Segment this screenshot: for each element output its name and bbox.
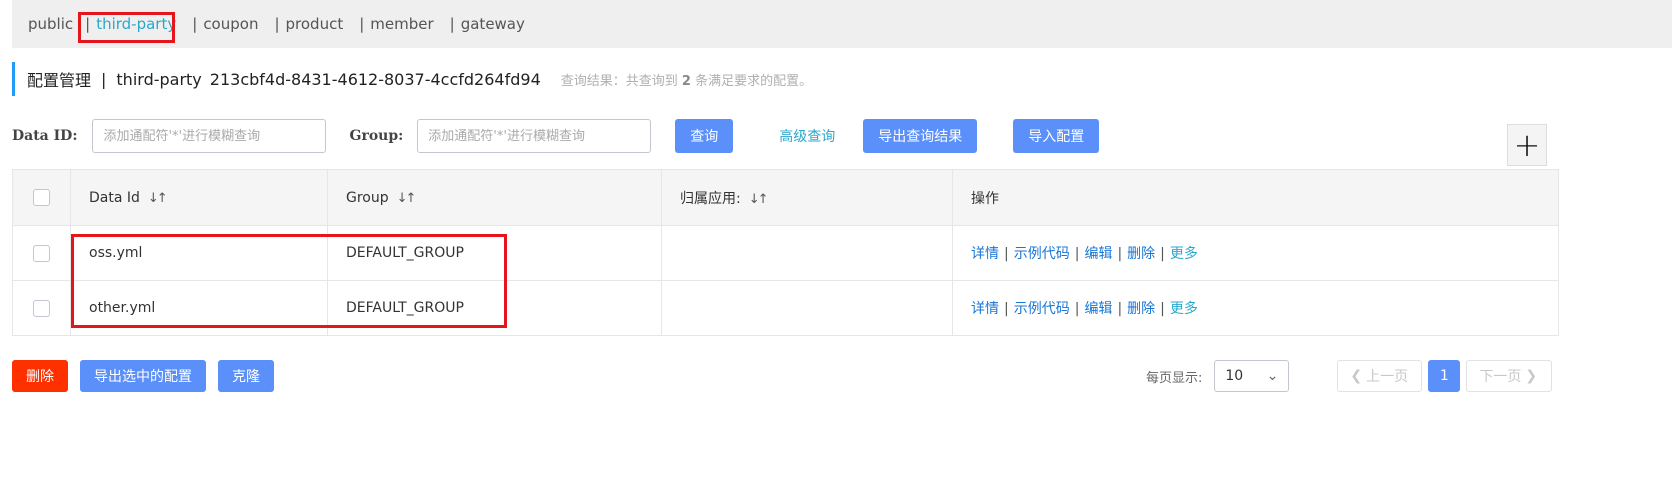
sample-code-link[interactable]: 示例代码 — [1014, 301, 1070, 317]
delete-link[interactable]: 删除 — [1127, 301, 1155, 317]
import-config-button[interactable]: 导入配置 — [1013, 119, 1100, 153]
chevron-right-icon: ❯ — [1525, 368, 1538, 384]
edit-link[interactable]: 编辑 — [1084, 301, 1112, 317]
table-row: oss.yml DEFAULT_GROUP 详情 | 示例代码 | 编辑 | 删除 | 更多 — [12, 225, 1559, 281]
page-number-current[interactable]: 1 — [1428, 360, 1461, 392]
namespace-coupon[interactable]: | coupon — [192, 15, 258, 33]
delete-link[interactable]: 删除 — [1127, 246, 1155, 262]
detail-link[interactable]: 详情 — [971, 301, 999, 317]
more-link[interactable]: 更多 — [1170, 301, 1198, 317]
page-size-select[interactable]: 10 ⌄ — [1214, 360, 1290, 392]
cell-app — [661, 225, 953, 281]
group-label: Group: — [349, 128, 404, 144]
namespace-gateway[interactable]: | gateway — [450, 15, 525, 33]
namespace-public[interactable]: public — [28, 15, 73, 33]
advanced-query-link[interactable]: 高级查询 — [779, 126, 835, 146]
plus-icon[interactable]: + — [1507, 124, 1547, 166]
bulk-actions: 删除 导出选中的配置 克隆 — [12, 360, 286, 392]
col-header-group[interactable]: Group ↓↑ — [327, 169, 662, 226]
more-link[interactable]: 更多 — [1170, 246, 1198, 262]
cell-data-id: oss.yml — [70, 225, 328, 281]
cell-group: DEFAULT_GROUP — [327, 280, 662, 336]
sample-code-link[interactable]: 示例代码 — [1014, 246, 1070, 262]
chevron-down-icon: ⌄ — [1266, 368, 1279, 384]
config-table: Data Id ↓↑ Group ↓↑ 归属应用: ↓↑ 操作 oss.yml DEF… — [12, 169, 1559, 336]
edit-link[interactable]: 编辑 — [1084, 246, 1112, 262]
chevron-left-icon: ❮ — [1350, 368, 1363, 384]
detail-link[interactable]: 详情 — [971, 246, 999, 262]
pagination: 每页显示: 10 ⌄ ❮ 上一页 1 下一页 ❯ — [1146, 360, 1553, 392]
page-size-label: 每页显示: — [1146, 370, 1203, 386]
page-title: 配置管理 | third-party 213cbf4d-8431-4612-80… — [12, 62, 812, 96]
sort-icon[interactable]: ↓↑ — [749, 192, 769, 207]
cell-ops: 详情 | 示例代码 | 编辑 | 删除 | 更多 — [952, 280, 1559, 336]
next-page-button[interactable]: 下一页 ❯ — [1466, 360, 1553, 392]
col-header-ops: 操作 — [952, 169, 1559, 226]
cell-app — [661, 280, 953, 336]
export-selected-button[interactable]: 导出选中的配置 — [80, 360, 206, 392]
data-id-label: Data ID: — [12, 128, 78, 144]
table-row: other.yml DEFAULT_GROUP 详情 | 示例代码 | 编辑 | 删除 | 更多 — [12, 280, 1559, 336]
col-header-app[interactable]: 归属应用: ↓↑ — [661, 169, 953, 226]
cell-data-id: other.yml — [70, 280, 328, 336]
namespace-third-party[interactable]: | third-party — [85, 15, 176, 33]
search-bar: Data ID: Group: 查询 高级查询 导出查询结果 导入配置 — [12, 119, 1100, 153]
sort-icon[interactable]: ↓↑ — [397, 191, 417, 206]
data-id-input[interactable] — [92, 119, 327, 153]
sort-icon[interactable]: ↓↑ — [148, 191, 168, 206]
clone-button[interactable]: 克隆 — [218, 360, 274, 392]
export-results-button[interactable]: 导出查询结果 — [863, 119, 978, 153]
namespace-product[interactable]: | product — [274, 15, 343, 33]
namespace-member[interactable]: | member — [359, 15, 433, 33]
row-checkbox[interactable] — [33, 244, 50, 262]
cell-ops: 详情 | 示例代码 | 编辑 | 删除 | 更多 — [952, 225, 1559, 281]
row-checkbox[interactable] — [33, 299, 50, 317]
query-button[interactable]: 查询 — [675, 119, 734, 153]
group-input[interactable] — [417, 119, 652, 153]
namespace-bar: public | third-party | coupon | product … — [12, 0, 1672, 48]
query-result-summary: 查询结果：共查询到 2 条满足要求的配置。 — [560, 73, 813, 89]
prev-page-button[interactable]: ❮ 上一页 — [1337, 360, 1423, 392]
cell-group: DEFAULT_GROUP — [327, 225, 662, 281]
delete-selected-button[interactable]: 删除 — [12, 360, 68, 392]
select-all-checkbox[interactable] — [33, 189, 50, 206]
table-header-row: Data Id ↓↑ Group ↓↑ 归属应用: ↓↑ 操作 — [12, 169, 1559, 226]
col-header-data-id[interactable]: Data Id ↓↑ — [70, 169, 328, 226]
